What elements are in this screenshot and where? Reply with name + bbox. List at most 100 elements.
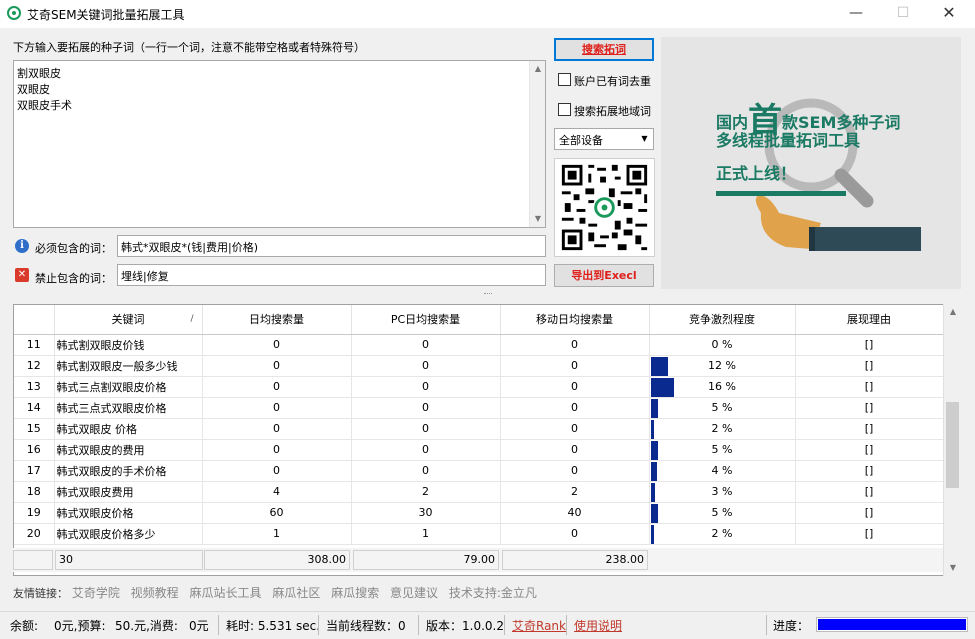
pc-search-cell: 0 — [351, 439, 501, 461]
link-video-tutorial[interactable]: 视频教程 — [131, 586, 179, 600]
seed-line: 双眼皮 — [17, 83, 50, 96]
reason-cell: [] — [795, 523, 944, 545]
progress-label: 进度： — [773, 619, 810, 633]
link-feedback[interactable]: 意见建议 — [390, 586, 438, 600]
competition-cell: 5 % — [649, 502, 796, 524]
maximize-button[interactable]: ☐ — [880, 0, 926, 28]
column-header-mobile[interactable]: 移动日均搜索量 — [500, 305, 650, 335]
table-row[interactable]: 17 韩式双眼皮的手术价格 0 0 0 4 %[] — [14, 460, 944, 482]
table-row[interactable]: 11 韩式割双眼皮价钱 0 0 0 0 %[] — [14, 334, 944, 356]
competition-text: 0 % — [711, 338, 733, 351]
mobile-search-cell: 0 — [500, 523, 650, 545]
daily-search-cell: 0 — [202, 418, 352, 440]
seed-words-textarea[interactable]: 割双眼皮 双眼皮 双眼皮手术 ▲ ▼ — [13, 60, 546, 228]
row-index: 14 — [14, 397, 55, 419]
row-index: 15 — [14, 418, 55, 440]
scroll-up-icon[interactable]: ▲ — [530, 61, 546, 77]
summary-pc: 79.00 — [353, 550, 499, 570]
table-row[interactable]: 18 韩式双眼皮费用 4 2 2 3 %[] — [14, 481, 944, 503]
competition-bar — [650, 356, 668, 375]
scroll-up-icon[interactable]: ▲ — [945, 304, 961, 320]
competition-text: 16 % — [708, 380, 736, 393]
column-header-pc[interactable]: PC日均搜索量 — [351, 305, 501, 335]
grid-scrollbar[interactable]: ▲ ▼ — [943, 304, 961, 576]
reason-cell: [] — [795, 376, 944, 398]
reason-cell: [] — [795, 397, 944, 419]
table-row[interactable]: 16 韩式双眼皮的费用 0 0 0 5 %[] — [14, 439, 944, 461]
column-header-reason[interactable]: 展现理由 — [795, 305, 944, 335]
competition-bar — [650, 440, 658, 459]
search-expand-button[interactable]: 搜索拓词 — [554, 38, 654, 61]
scroll-thumb[interactable] — [946, 402, 959, 488]
seed-instruction-label: 下方输入要拓展的种子词（一行一个词，注意不能带空格或者特殊符号） — [13, 41, 365, 54]
balance-label: 余额: — [10, 619, 39, 633]
chevron-down-icon[interactable]: ▼ — [636, 129, 653, 149]
table-row[interactable]: 20 韩式双眼皮价格多少 1 1 0 2 %[] — [14, 523, 944, 545]
grid-summary-row: 30 308.00 79.00 238.00 — [13, 548, 943, 572]
window-title: 艾奇SEM关键词批量拓展工具 — [27, 8, 185, 22]
column-header-keyword[interactable]: 关键词 / — [54, 305, 203, 335]
region-checkbox[interactable] — [558, 103, 571, 116]
results-grid[interactable]: 关键词 / 日均搜索量 PC日均搜索量 移动日均搜索量 竞争激烈程度 展现理由 1… — [13, 304, 961, 576]
link-magua-webmaster[interactable]: 麻瓜站长工具 — [190, 586, 262, 600]
table-row[interactable]: 19 韩式双眼皮价格 60 30 40 5 % [] — [14, 502, 944, 524]
table-row[interactable]: 14 韩式三点式双眼皮价格 0 0 0 5 %[] — [14, 397, 944, 419]
reason-cell: [] — [795, 460, 944, 482]
keyword-cell: 韩式割双眼皮一般多少钱 — [54, 355, 203, 377]
row-index: 18 — [14, 481, 55, 503]
daily-search-cell: 0 — [202, 439, 352, 461]
row-index-header[interactable] — [14, 305, 55, 335]
competition-bar — [650, 419, 654, 438]
include-words-input[interactable]: 韩式*双眼皮*(钱|费用|价格) — [117, 235, 546, 257]
progress-bar — [816, 617, 968, 632]
scroll-down-icon[interactable]: ▼ — [530, 211, 546, 227]
summary-blank — [13, 550, 53, 570]
export-excel-button[interactable]: 导出到Execl — [554, 264, 654, 287]
link-magua-search[interactable]: 麻瓜搜索 — [331, 586, 379, 600]
splitter-handle[interactable] — [484, 293, 492, 295]
close-button[interactable]: ✕ — [926, 0, 972, 28]
promo-banner[interactable]: 国内首款SEM多种子词 多线程批量拓词工具 正式上线！ — [661, 37, 961, 289]
table-row[interactable]: 12 韩式割双眼皮一般多少钱 0 0 0 12 %[] — [14, 355, 944, 377]
status-bar: 余额: 0元,预算: 50.元,消费: 0元 耗时: 5.531 sec. 当前… — [0, 611, 975, 639]
column-header-daily[interactable]: 日均搜索量 — [202, 305, 352, 335]
minimize-button[interactable]: — — [833, 0, 879, 28]
competition-text: 5 % — [711, 401, 733, 414]
keyword-cell: 韩式双眼皮 价格 — [54, 418, 203, 440]
user-guide-link[interactable]: 使用说明 — [574, 617, 622, 634]
link-aiqi-academy[interactable]: 艾奇学院 — [72, 586, 120, 600]
keyword-cell: 韩式双眼皮费用 — [54, 481, 203, 503]
competition-bar — [650, 461, 657, 480]
pc-search-cell: 30 — [351, 502, 501, 524]
link-tech-support[interactable]: 技术支持:金立凡 — [449, 586, 537, 600]
row-index: 12 — [14, 355, 55, 377]
aiqi-rank-link[interactable]: 艾奇Rank — [512, 617, 566, 634]
row-index: 19 — [14, 502, 55, 524]
table-row[interactable]: 15 韩式双眼皮 价格 0 0 0 2 %[] — [14, 418, 944, 440]
mobile-search-cell: 0 — [500, 460, 650, 482]
seed-scrollbar[interactable]: ▲ ▼ — [529, 61, 545, 227]
sort-indicator-icon: / — [190, 314, 194, 324]
info-icon: i — [15, 239, 29, 253]
dedupe-checkbox[interactable] — [558, 73, 571, 86]
keyword-cell: 韩式三点式双眼皮价格 — [54, 397, 203, 419]
pc-search-cell: 0 — [351, 460, 501, 482]
scroll-down-icon[interactable]: ▼ — [945, 560, 961, 576]
exclude-words-input[interactable]: 埋线|修复 — [117, 264, 546, 286]
friend-links-label: 友情链接： — [13, 587, 68, 600]
row-index: 20 — [14, 523, 55, 545]
competition-bar — [650, 524, 654, 543]
daily-search-cell: 0 — [202, 460, 352, 482]
device-select-value: 全部设备 — [559, 134, 603, 147]
table-row[interactable]: 13 韩式三点割双眼皮价格 0 0 0 16 %[] — [14, 376, 944, 398]
column-header-competition[interactable]: 竞争激烈程度 — [649, 305, 796, 335]
summary-daily: 308.00 — [204, 550, 350, 570]
link-magua-community[interactable]: 麻瓜社区 — [272, 586, 320, 600]
reason-cell: [] — [795, 502, 944, 524]
device-select[interactable]: 全部设备 ▼ — [554, 128, 654, 150]
competition-text: 5 % — [711, 443, 733, 456]
daily-search-cell: 0 — [202, 376, 352, 398]
pc-search-cell: 0 — [351, 397, 501, 419]
app-logo-icon — [7, 6, 21, 20]
pc-search-cell: 0 — [351, 334, 501, 356]
